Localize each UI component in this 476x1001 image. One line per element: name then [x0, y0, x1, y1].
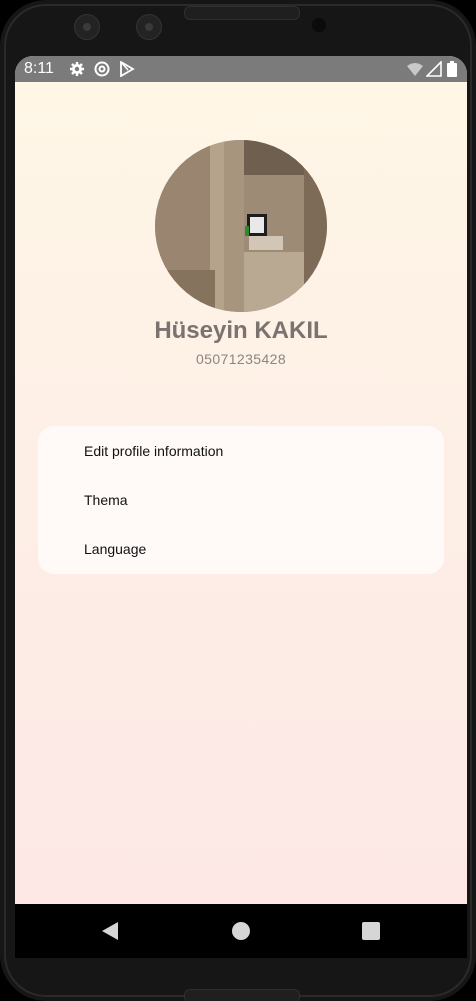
- system-nav-bar: [15, 904, 467, 958]
- back-icon[interactable]: [98, 919, 122, 943]
- recents-icon[interactable]: [359, 919, 383, 943]
- profile-phone: 05071235428: [195, 351, 287, 367]
- profile-avatar[interactable]: [155, 140, 327, 312]
- top-speaker: [184, 6, 300, 20]
- menu-item-edit-profile[interactable]: Edit profile information: [84, 431, 424, 471]
- sync-icon: [94, 61, 110, 77]
- menu-item-label: Language: [84, 541, 147, 557]
- menu-item-label: Edit profile information: [84, 443, 224, 459]
- menu-item-thema[interactable]: Thema: [84, 480, 424, 520]
- wifi-off-icon: [407, 61, 423, 77]
- home-icon[interactable]: [229, 919, 253, 943]
- settings-menu-card: Edit profile information Thema Language: [38, 426, 444, 574]
- phone-frame: 8:11 Hüseyin KAKIL 05071235428 Edit prof…: [0, 0, 476, 1001]
- menu-item-label: Thema: [84, 492, 128, 508]
- status-time: 8:11: [24, 60, 54, 77]
- play-store-icon: [119, 60, 135, 78]
- bottom-speaker: [184, 989, 300, 1001]
- status-bar: 8:11: [15, 56, 467, 82]
- proximity-sensor: [312, 18, 326, 32]
- gear-icon: [69, 61, 85, 77]
- app-screen: 8:11 Hüseyin KAKIL 05071235428 Edit prof…: [15, 56, 467, 958]
- battery-icon: [447, 61, 457, 77]
- signal-icon: [425, 60, 442, 77]
- profile-name: Hüseyin KAKIL: [154, 317, 328, 344]
- front-camera-right: [136, 14, 162, 40]
- menu-item-language[interactable]: Language: [84, 529, 424, 569]
- front-camera-left: [74, 14, 100, 40]
